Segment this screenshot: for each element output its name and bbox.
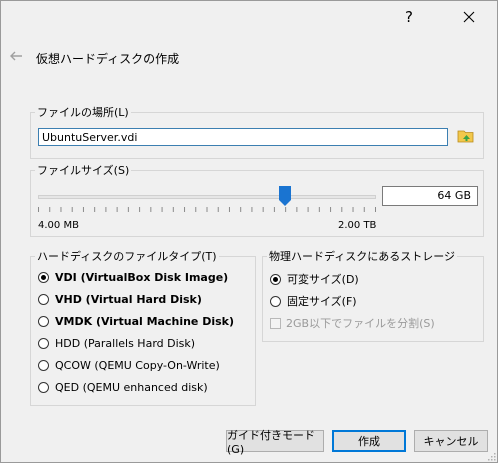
storage-fixed-option[interactable]: 固定サイズ(F) [270,293,357,309]
radio-icon [270,295,281,307]
split-file-checkbox[interactable]: 2GB以下でファイルを分割(S) [270,315,435,331]
page-title: 仮想ハードディスクの作成 [36,52,180,66]
radio-icon [38,382,49,393]
slider-min-label: 4.00 MB [38,220,79,231]
slider-max-label: 2.00 TB [338,220,377,231]
disk-type-label: ハードディスクのファイルタイプ(T) [35,248,219,264]
disk-type-option-qcow[interactable]: QCOW (QEMU Copy-On-Write) [38,359,220,372]
file-size-label: ファイルサイズ(S) [35,162,132,178]
radio-icon [270,273,281,285]
file-size-slider-thumb[interactable] [278,186,291,206]
folder-browse-icon [457,130,474,143]
file-location-label: ファイルの場所(L) [35,104,131,120]
storage-label: 物理ハードディスクにあるストレージ [267,248,458,264]
radio-icon [38,294,49,305]
disk-type-option-vhd[interactable]: VHD (Virtual Hard Disk) [38,293,202,306]
file-path-input[interactable] [38,128,448,146]
radio-icon [38,338,49,349]
back-arrow-icon[interactable] [8,48,24,64]
disk-type-option-vdi[interactable]: VDI (VirtualBox Disk Image) [38,271,228,284]
disk-type-option-hdd[interactable]: HDD (Parallels Hard Disk) [38,337,195,350]
cancel-button[interactable]: キャンセル [414,430,488,452]
create-button[interactable]: 作成 [332,430,406,452]
disk-type-option-qed[interactable]: QED (QEMU enhanced disk) [38,381,208,394]
radio-icon [38,360,49,371]
storage-dynamic-option[interactable]: 可変サイズ(D) [270,271,359,287]
close-icon [463,11,475,23]
resize-grip-icon[interactable] [486,451,496,461]
disk-type-option-vmdk[interactable]: VMDK (Virtual Machine Disk) [38,315,234,328]
file-size-slider-track[interactable] [38,195,376,199]
help-button[interactable]: ? [386,0,432,34]
help-icon: ? [405,8,413,26]
checkbox-icon [270,317,281,329]
radio-icon [38,272,49,283]
guided-mode-button[interactable]: ガイド付きモード(G) [226,429,324,456]
radio-icon [38,316,49,327]
close-button[interactable] [446,0,492,34]
slider-ticks [38,207,376,212]
file-size-input[interactable]: 64 GB [382,186,478,206]
folder-browse-button[interactable] [457,127,475,145]
